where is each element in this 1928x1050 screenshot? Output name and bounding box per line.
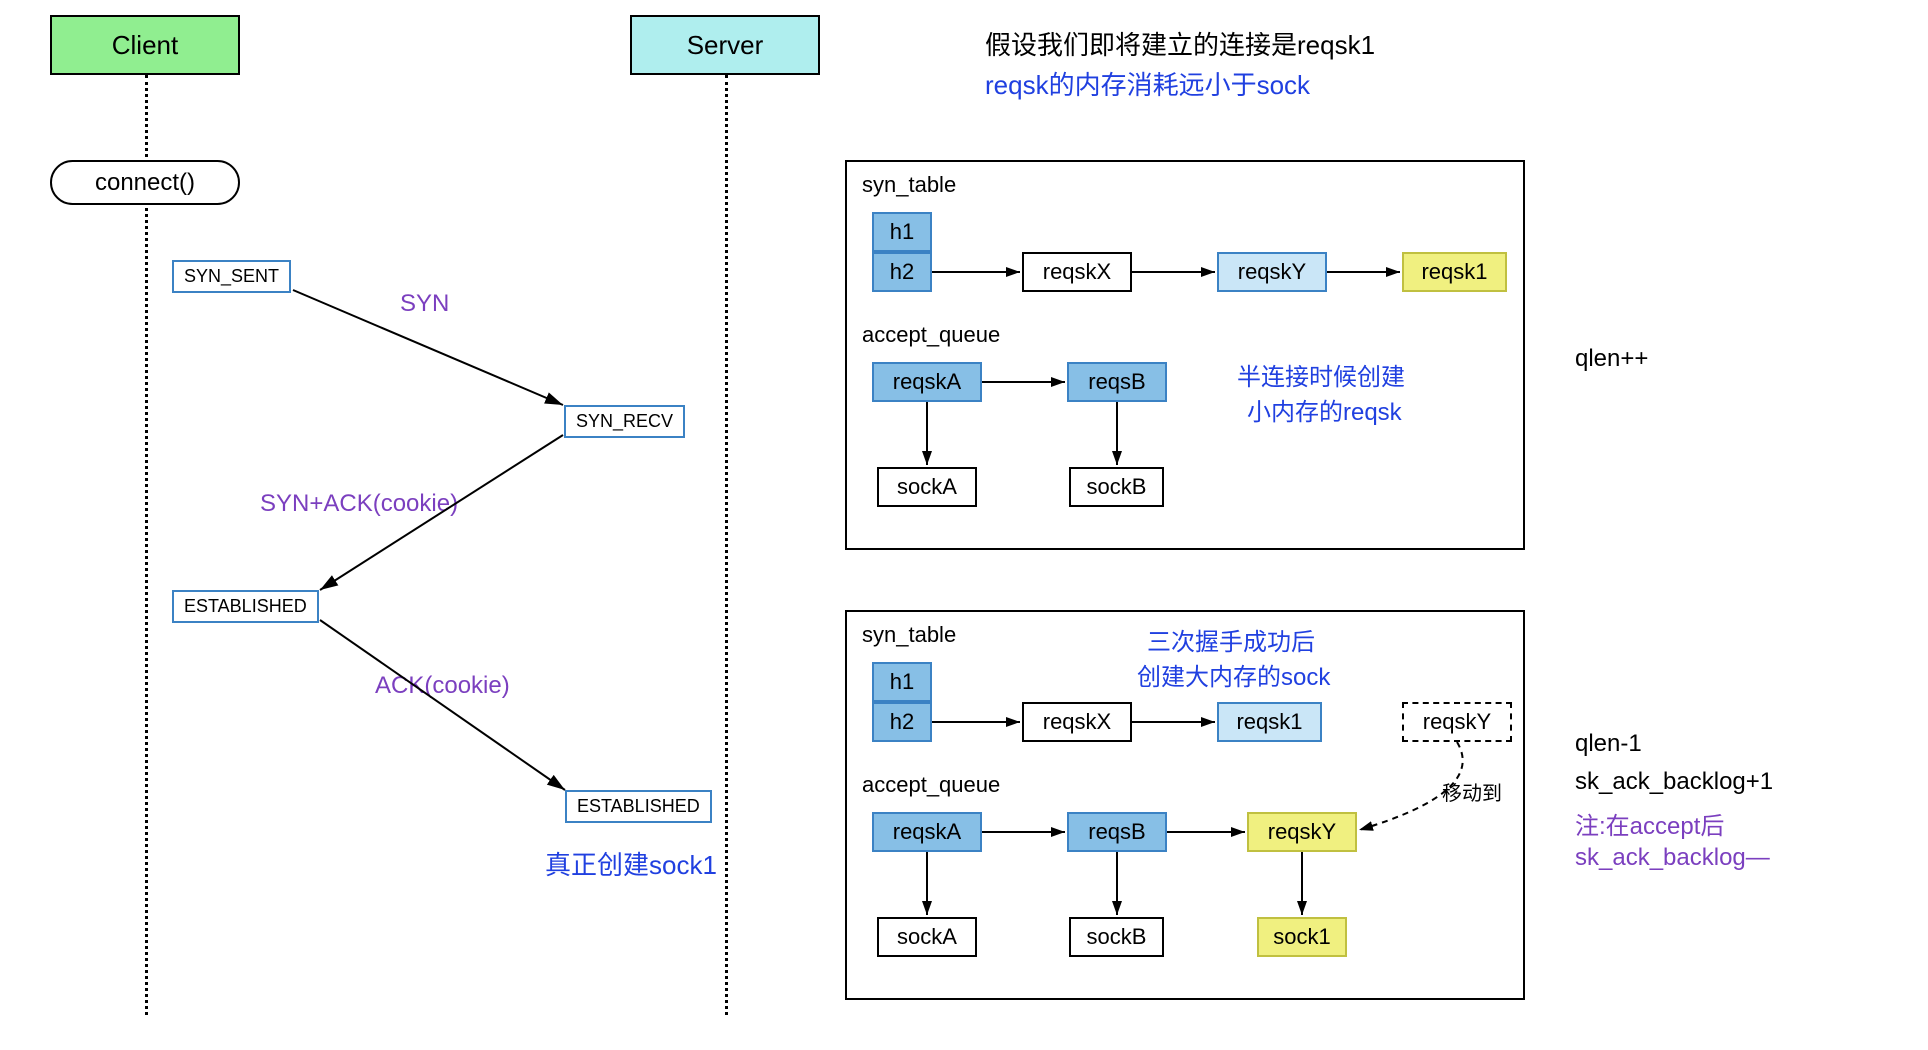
p2-reqskY2: reqskY (1247, 812, 1357, 852)
msg-synack: SYN+ACK(cookie) (260, 490, 458, 518)
state-established-client: ESTABLISHED (172, 590, 319, 623)
assume-text: 假设我们即将建立的连接是reqsk1 (985, 25, 1375, 62)
p2-side1: qlen-1 (1575, 730, 1642, 758)
p1-reqskX: reqskX (1022, 252, 1132, 292)
p1-reqsB: reqsB (1067, 362, 1167, 402)
p2-sockA: sockA (877, 917, 977, 957)
memnote-text: reqsk的内存消耗远小于sock (985, 65, 1310, 102)
p2-side3: 注:在accept后 (1575, 806, 1724, 841)
p1-h2: h2 (872, 252, 932, 292)
p2-note1: 三次握手成功后 (1147, 622, 1315, 657)
p1-reqsk1: reqsk1 (1402, 252, 1507, 292)
p2-h1: h1 (872, 662, 932, 702)
state-syn-recv: SYN_RECV (564, 405, 685, 438)
p2-reqskA: reqskA (872, 812, 982, 852)
client-lifeline (145, 75, 148, 1015)
server-lifeline (725, 75, 728, 1015)
p2-sockB: sockB (1069, 917, 1164, 957)
p2-reqskX: reqskX (1022, 702, 1132, 742)
p1-reqskY: reqskY (1217, 252, 1327, 292)
p2-syn-table-label: syn_table (862, 622, 956, 648)
state-syn-sent: SYN_SENT (172, 260, 291, 293)
connect-label: connect() (95, 169, 195, 197)
p1-note1: 半连接时候创建 (1237, 357, 1405, 392)
p1-h1: h1 (872, 212, 932, 252)
p2-reqsk1: reqsk1 (1217, 702, 1322, 742)
msg-syn: SYN (400, 290, 449, 318)
p2-move: 移动到 (1442, 777, 1502, 806)
p1-note2: 小内存的reqsk (1247, 392, 1402, 427)
p2-sock1: sock1 (1257, 917, 1347, 957)
p2-h2: h2 (872, 702, 932, 742)
p1-accept-queue-label: accept_queue (862, 322, 1000, 348)
panel-syn-table-2: syn_table h1 h2 reqskX reqsk1 reqskY acc… (845, 610, 1525, 1000)
p2-note2: 创建大内存的sock (1137, 657, 1330, 692)
p2-accept-queue-label: accept_queue (862, 772, 1000, 798)
p2-side2: sk_ack_backlog+1 (1575, 768, 1773, 796)
server-box: Server (630, 15, 820, 75)
p2-side4: sk_ack_backlog— (1575, 844, 1770, 872)
p2-reqskY-dashed: reqskY (1402, 702, 1512, 742)
msg-ack: ACK(cookie) (375, 672, 510, 700)
p1-reqskA: reqskA (872, 362, 982, 402)
client-label: Client (112, 30, 178, 61)
state-established-server: ESTABLISHED (565, 790, 712, 823)
connect-call: connect() (50, 160, 240, 205)
p2-reqsB: reqsB (1067, 812, 1167, 852)
bottom-note: 真正创建sock1 (545, 845, 717, 882)
panel-syn-table-1: syn_table h1 h2 reqskX reqskY reqsk1 acc… (845, 160, 1525, 550)
p1-sockA: sockA (877, 467, 977, 507)
p1-syn-table-label: syn_table (862, 172, 956, 198)
server-label: Server (687, 30, 764, 61)
p1-sockB: sockB (1069, 467, 1164, 507)
p1-side: qlen++ (1575, 345, 1648, 373)
client-box: Client (50, 15, 240, 75)
